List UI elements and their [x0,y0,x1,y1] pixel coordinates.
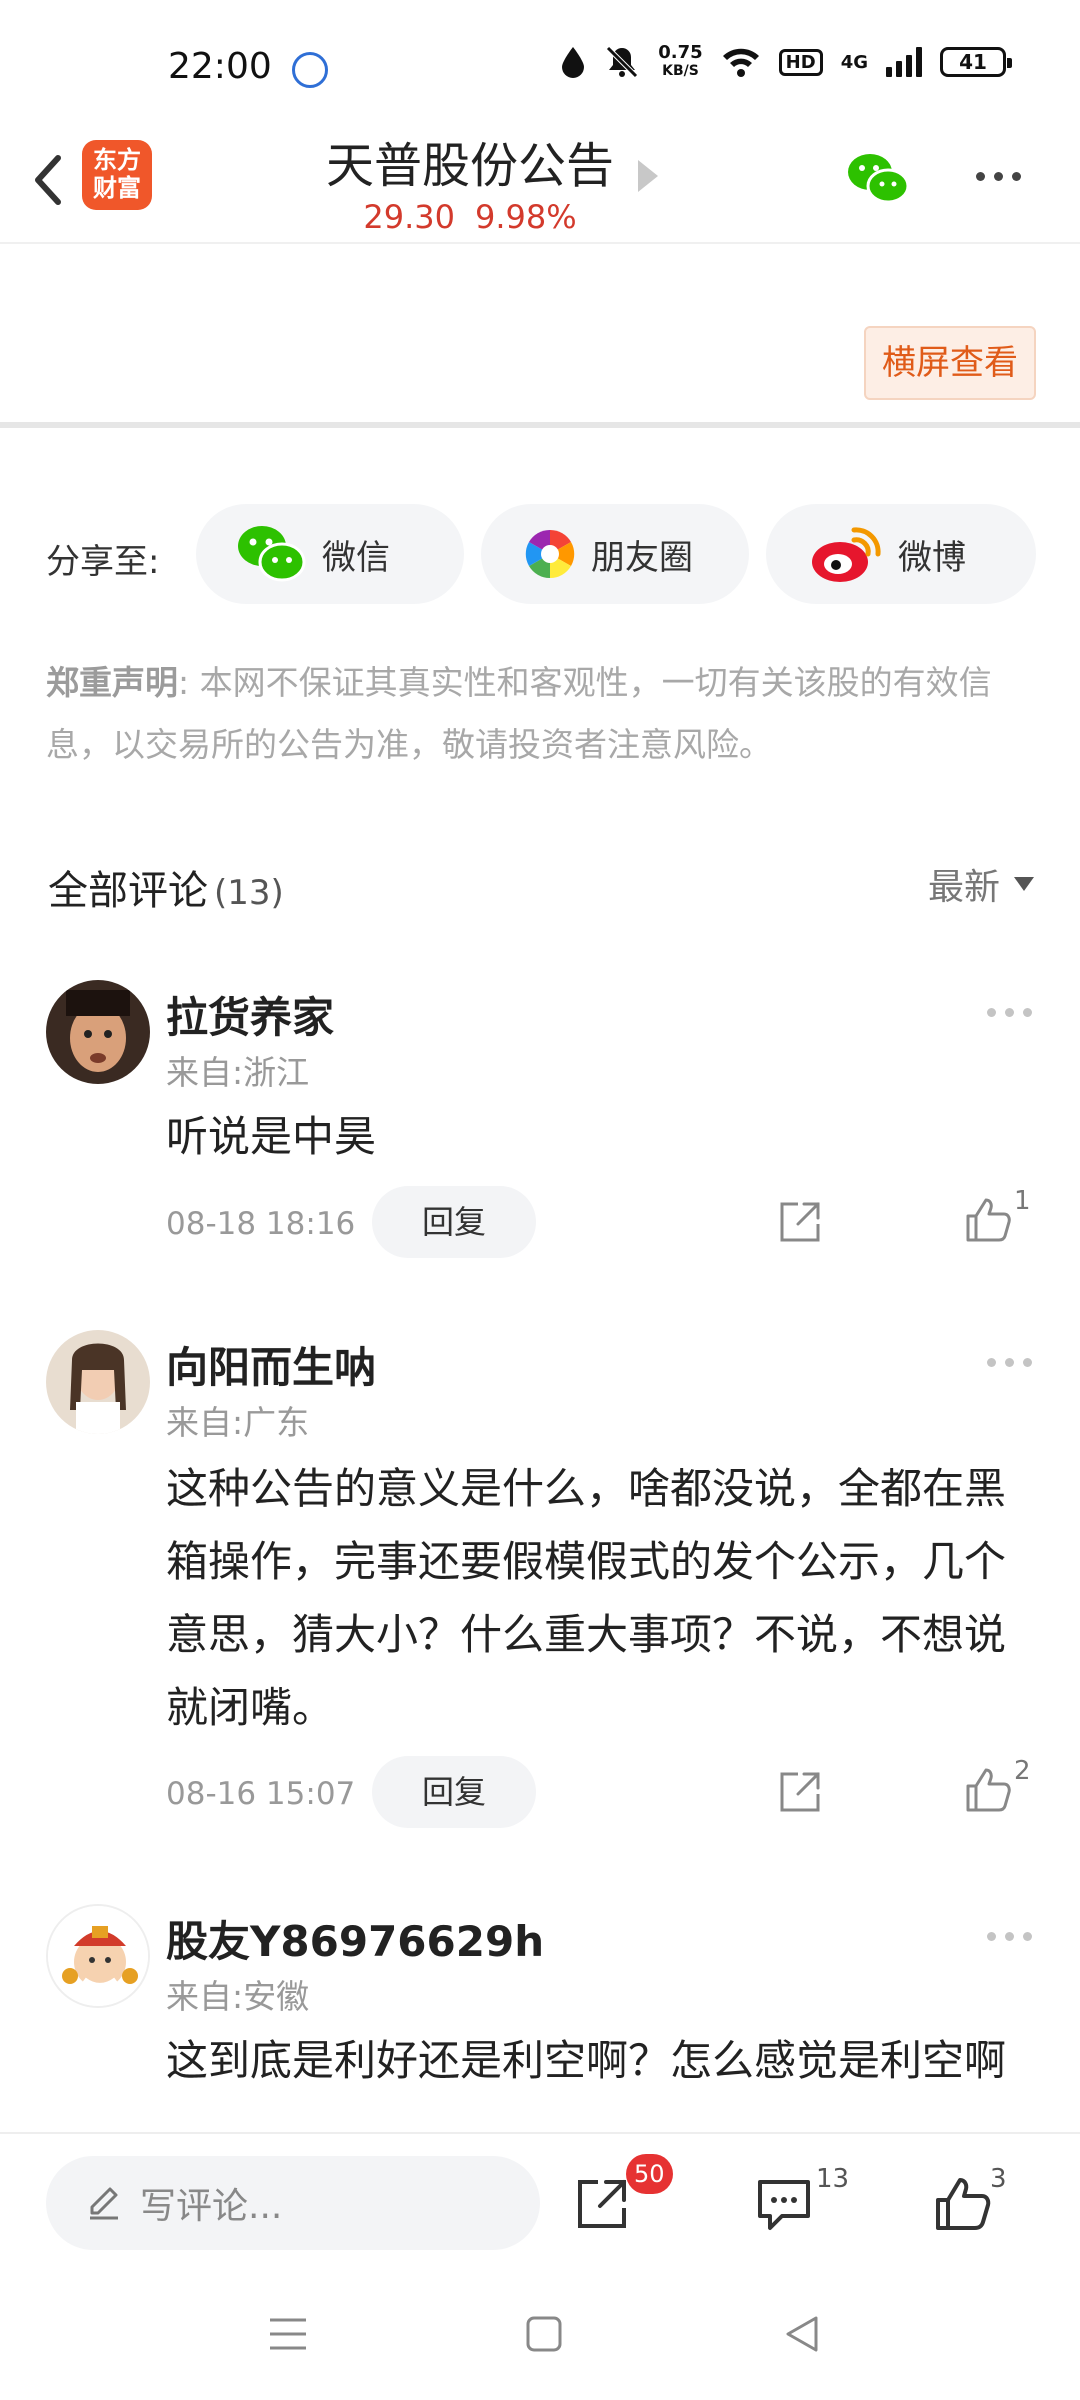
status-bar: 22:00 0.75 KB/S HD 4G 41 [0,0,1080,120]
comment-time: 08-18 18:16 [166,1206,356,1242]
avatar[interactable] [46,1330,150,1434]
more-menu-icon[interactable] [976,172,1021,181]
stock-price: 29.30 [363,198,455,236]
disclaimer: 郑重声明: 本网不保证其真实性和客观性，一切有关该股的有效信息，以交易所的公告为… [46,652,1036,776]
status-time: 22:00 [168,46,272,87]
page-title: 天普股份公告 [325,138,614,194]
write-comment-placeholder: 写评论... [140,2186,283,2227]
net-speed-unit: KB/S [662,63,699,79]
disclaimer-text: : 本网不保证其真实性和客观性，一切有关该股的有效信息，以交易所的公告为准，敬请… [46,663,992,764]
thumbs-up-icon[interactable] [932,2174,992,2234]
moments-icon [525,529,575,579]
avatar[interactable] [46,980,150,1084]
comment-count: 13 [816,2164,850,2194]
like-count: 1 [1014,1186,1031,1216]
app-notification-icon [292,52,328,88]
comment-text: 听说是中昊 [166,1112,377,1161]
back-nav-icon[interactable] [782,2314,822,2354]
comment-more-icon[interactable] [987,1008,1032,1017]
avatar[interactable] [46,1904,150,2008]
thumbs-up-icon[interactable] [964,1766,1012,1814]
comment-item: 股友Y86976629h 来自:安徽 这到底是利好还是利空啊？怎么感觉是利空啊 [0,1904,1080,2132]
section-divider [0,422,1080,428]
comment-text: 这到底是利好还是利空啊？怎么感觉是利空啊 [166,2036,1007,2085]
menu-icon[interactable] [266,2314,310,2354]
stock-change: 9.98% [474,198,577,236]
comment-author[interactable]: 股友Y86976629h [166,1908,544,1969]
share-wechat-button[interactable]: 微信 [196,504,464,604]
share-moments-button[interactable]: 朋友圈 [481,504,749,604]
comment-more-icon[interactable] [987,1932,1032,1941]
comment-author[interactable]: 拉货养家 [166,984,334,1045]
page-title-block: 天普股份公告 29.30 9.98% [300,126,640,236]
play-triangle-icon[interactable] [638,160,658,192]
wifi-icon [722,48,759,77]
status-icons: 0.75 KB/S HD 4G 41 [560,44,1012,80]
net-speed: 0.75 KB/S [658,44,702,80]
disclaimer-title: 郑重声明 [46,663,178,702]
pencil-icon [90,2187,118,2220]
share-wechat-label: 微信 [322,537,390,578]
share-weibo-button[interactable]: 微博 [766,504,1036,604]
mute-bell-icon [606,46,639,78]
weibo-icon [812,527,881,582]
comment-icon[interactable] [754,2174,814,2234]
home-icon[interactable] [524,2314,564,2354]
comments-count: (13) [214,873,284,913]
network-type: 4G [840,51,868,73]
share-weibo-label: 微博 [898,537,966,578]
like-count: 3 [990,2164,1007,2194]
sort-dropdown[interactable]: 最新 [928,858,1034,910]
share-label: 分享至: [46,542,160,582]
write-comment-input[interactable]: 写评论... [46,2156,540,2250]
logo-line2: 财富 [93,174,141,202]
comment-location: 来自:浙江 [166,1053,310,1092]
caret-down-icon [1014,877,1034,891]
stock-quote: 29.30 9.98% [300,198,640,236]
share-moments-label: 朋友圈 [591,537,693,578]
system-nav-bar [0,2272,1080,2400]
comment-author[interactable]: 向阳而生呐 [166,1334,376,1395]
header: 东方 财富 天普股份公告 29.30 9.98% [0,120,1080,244]
comment-location: 来自:安徽 [166,1977,310,2016]
comment-location: 来自:广东 [166,1403,310,1442]
bottom-action-bar: 写评论... 50 13 3 [0,2132,1080,2272]
like-count: 2 [1014,1756,1031,1786]
logo-line1: 东方 [93,146,141,174]
water-drop-icon [562,47,585,78]
share-count-badge: 50 [626,2154,673,2194]
share-icon[interactable] [778,1200,822,1244]
comment-more-icon[interactable] [987,1358,1032,1367]
wechat-icon [238,526,306,582]
thumbs-up-icon[interactable] [964,1196,1012,1244]
battery-icon: 41 [940,47,1012,77]
share-icon[interactable] [778,1770,822,1814]
comment-text: 这种公告的意义是什么，啥都没说，全都在黑箱操作，完事还要假模假式的发个公示，几个… [166,1464,1007,1732]
comments-title: 全部评论 [48,868,208,914]
signal-icon [886,47,922,77]
share-icon[interactable] [572,2174,632,2234]
back-icon[interactable] [22,148,78,212]
wechat-icon[interactable] [846,150,910,210]
net-speed-value: 0.75 [658,42,703,63]
landscape-view-button[interactable]: 横屏查看 [864,326,1036,400]
app-logo[interactable]: 东方 财富 [82,140,152,210]
comments-header: 全部评论 (13) [48,858,284,916]
reply-button[interactable]: 回复 [372,1186,536,1258]
comment-time: 08-16 15:07 [166,1776,356,1812]
hd-icon: HD [778,48,823,76]
sort-label: 最新 [927,867,1000,908]
reply-button[interactable]: 回复 [372,1756,536,1828]
